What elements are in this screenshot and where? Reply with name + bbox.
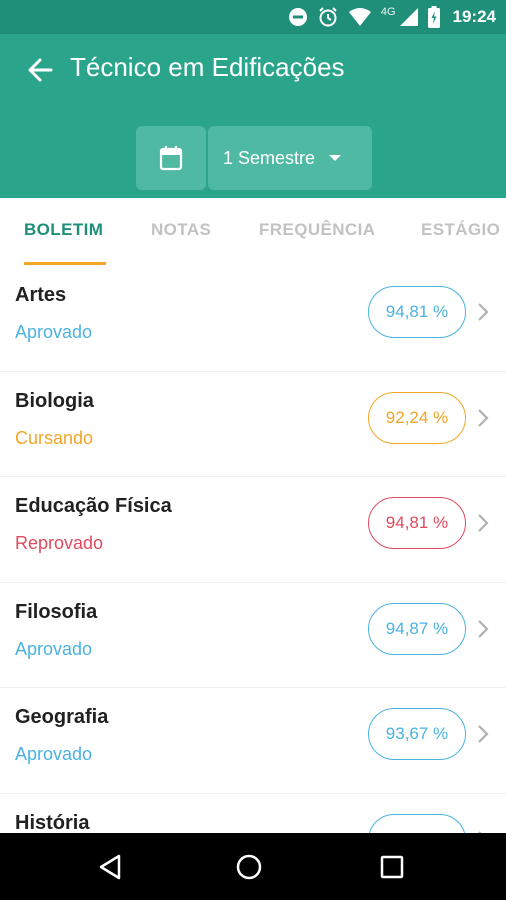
status-time: 19:24: [452, 7, 496, 26]
attendance-badge: 92,24 %: [368, 391, 466, 444]
circle-home-icon: [236, 854, 262, 880]
subject-status: Cursando: [15, 427, 94, 448]
subject-name: História: [15, 811, 90, 834]
chevron-right-icon: [478, 725, 489, 743]
square-recents-icon: [380, 855, 404, 879]
chevron-right-icon: [478, 514, 489, 532]
tab-indicator: [24, 262, 106, 265]
arrow-back-icon: [28, 58, 53, 82]
subject-name: Biologia: [15, 389, 94, 412]
status-bar: 4G 19:24: [0, 0, 506, 34]
subject-row[interactable]: Educação Física Reprovado 94,81 %: [0, 477, 506, 583]
signal-icon: [399, 7, 419, 27]
semester-select[interactable]: 1 Semestre: [208, 126, 372, 190]
wifi-icon: [348, 7, 372, 27]
subject-row[interactable]: Biologia Cursando 92,24 %: [0, 372, 506, 477]
subject-name: Educação Física: [15, 495, 172, 517]
nav-back-button[interactable]: [90, 847, 130, 887]
subject-status: Reprovado: [15, 533, 104, 553]
triangle-back-icon: [99, 854, 121, 880]
caret-down-icon: [329, 155, 342, 161]
tab-estagio[interactable]: ESTÁGIO: [421, 220, 500, 240]
tab-boletim[interactable]: BOLETIM: [24, 220, 103, 240]
alarm-icon: [317, 6, 339, 28]
subject-row[interactable]: Filosofia Aprovado 94,87 %: [0, 583, 506, 688]
battery-icon: [427, 6, 440, 28]
subject-status: Aprovado: [15, 744, 93, 764]
chevron-right-icon: [478, 408, 489, 427]
subject-row[interactable]: Artes Aprovado 94,81 %: [0, 266, 506, 372]
tab-frequencia[interactable]: FREQUÊNCIA: [259, 220, 375, 240]
subject-row[interactable]: Geografia Aprovado 93,67 %: [0, 688, 506, 794]
subject-status: Aprovado: [15, 638, 93, 659]
semester-label: 1 Semestre: [223, 147, 316, 168]
subject-row[interactable]: História: [0, 794, 506, 834]
tab-notas[interactable]: NOTAS: [151, 220, 211, 240]
tab-bar: BOLETIM NOTAS FREQUÊNCIA ESTÁGIO: [0, 198, 506, 266]
attendance-badge: 93,67 %: [368, 708, 466, 760]
subject-status: Aprovado: [15, 322, 93, 342]
calendar-button[interactable]: [136, 126, 206, 190]
page-title: Técnico em Edificações: [70, 52, 345, 82]
attendance-badge: [368, 813, 466, 833]
chevron-right-icon: [478, 619, 489, 638]
nav-home-button[interactable]: [229, 847, 269, 887]
app-bar: Técnico em Edificações 1 Semestre: [0, 34, 506, 198]
back-button[interactable]: [22, 52, 58, 88]
subject-name: Artes: [15, 284, 67, 306]
calendar-icon: [159, 146, 183, 171]
subject-name: Geografia: [15, 706, 109, 728]
attendance-badge: 94,81 %: [368, 497, 466, 549]
subject-list: Artes Aprovado 94,81 % Biologia Cursando…: [0, 266, 506, 833]
nav-recents-button[interactable]: [372, 847, 412, 887]
subject-name: Filosofia: [15, 600, 98, 623]
attendance-badge: 94,81 %: [368, 286, 466, 338]
attendance-badge: 94,87 %: [368, 602, 466, 655]
status-icons: 4G 19:24: [288, 0, 496, 34]
network-type: 4G: [380, 6, 396, 18]
dnd-icon: [288, 7, 308, 27]
chevron-right-icon: [478, 303, 489, 321]
navigation-bar: [0, 833, 506, 900]
